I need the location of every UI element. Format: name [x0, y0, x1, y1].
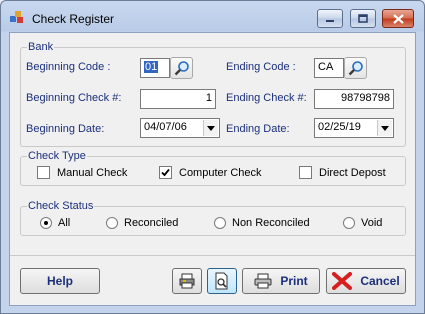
printer-icon — [254, 273, 272, 289]
check-status-legend: Check Status — [28, 200, 94, 212]
minimize-icon — [326, 19, 334, 22]
status-reconciled-label: Reconciled — [124, 217, 179, 229]
ending-date-value: 02/25/19 — [318, 121, 361, 133]
button-bar-divider — [10, 255, 415, 256]
chevron-down-icon — [207, 125, 215, 131]
ending-check-input[interactable]: 98798798 — [314, 89, 394, 109]
ending-date-label: Ending Date: — [226, 123, 290, 135]
magnifier-icon — [174, 61, 189, 76]
direct-deposit-label: Direct Depost — [319, 166, 386, 179]
dialog-body: Bank Beginning Code : 01 Ending Code : C… — [9, 32, 416, 306]
beginning-check-label: Beginning Check #: — [26, 92, 122, 104]
computer-check-label: Computer Check — [179, 166, 262, 179]
beginning-code-value: 01 — [144, 61, 159, 73]
magnifier-icon — [348, 61, 363, 76]
cancel-button[interactable]: Cancel — [326, 268, 406, 294]
ending-check-label: Ending Check #: — [226, 92, 307, 104]
status-non-reconciled-radio[interactable]: Non Reconciled — [214, 217, 310, 229]
direct-deposit-checkbox[interactable]: Direct Depost — [299, 166, 386, 179]
radio-icon — [106, 217, 118, 229]
beginning-code-label: Beginning Code : — [26, 61, 111, 73]
close-icon — [392, 13, 404, 24]
status-void-radio[interactable]: Void — [343, 217, 382, 229]
beginning-date-value: 04/07/06 — [144, 121, 187, 133]
help-button[interactable]: Help — [20, 268, 100, 294]
maximize-button[interactable] — [350, 9, 376, 28]
beginning-date-label: Beginning Date: — [26, 123, 105, 135]
computer-check-checkbox[interactable]: Computer Check — [159, 166, 262, 179]
print-preview-button[interactable] — [207, 268, 237, 294]
status-reconciled-radio[interactable]: Reconciled — [106, 217, 178, 229]
status-all-label: All — [58, 217, 71, 229]
checkmark-icon — [159, 166, 172, 179]
check-type-legend: Check Type — [28, 150, 86, 162]
ending-code-lookup-button[interactable] — [344, 57, 367, 79]
cancel-x-icon — [332, 272, 353, 290]
radio-selected-icon — [40, 217, 52, 229]
manual-check-checkbox[interactable]: Manual Check — [37, 166, 127, 179]
ending-code-input[interactable]: CA — [314, 58, 344, 78]
ending-date-picker[interactable]: 02/25/19 — [314, 118, 394, 138]
beginning-date-dropdown-button[interactable] — [203, 120, 218, 136]
bank-legend: Bank — [28, 41, 54, 53]
check-register-window: Check Register Bank Beginning Code : 01 … — [0, 0, 425, 314]
manual-check-label: Manual Check — [57, 166, 128, 179]
radio-icon — [214, 217, 226, 229]
title-bar[interactable]: Check Register — [1, 1, 424, 32]
beginning-code-input[interactable]: 01 — [140, 58, 170, 78]
beginning-check-input[interactable]: 1 — [140, 89, 216, 109]
print-preview-icon — [215, 272, 228, 290]
checkbox-box — [37, 166, 50, 179]
status-void-label: Void — [361, 217, 383, 229]
status-all-radio[interactable]: All — [40, 217, 70, 229]
beginning-date-picker[interactable]: 04/07/06 — [140, 118, 220, 138]
print-button[interactable]: Print — [242, 268, 320, 294]
printer-setup-icon — [179, 273, 195, 289]
beginning-code-lookup-button[interactable] — [170, 57, 193, 79]
ending-date-dropdown-button[interactable] — [377, 120, 392, 136]
chevron-down-icon — [381, 125, 389, 131]
cancel-label: Cancel — [360, 274, 400, 288]
maximize-icon — [358, 14, 368, 23]
status-non-reconciled-label: Non Reconciled — [232, 217, 310, 229]
ending-code-label: Ending Code : — [226, 61, 296, 73]
checkbox-box — [299, 166, 312, 179]
app-icon — [10, 11, 23, 23]
minimize-button[interactable] — [317, 9, 343, 28]
window-title: Check Register — [32, 12, 115, 26]
close-button[interactable] — [382, 9, 414, 28]
print-label: Print — [280, 274, 308, 288]
radio-icon — [343, 217, 355, 229]
printer-setup-button[interactable] — [172, 268, 202, 294]
